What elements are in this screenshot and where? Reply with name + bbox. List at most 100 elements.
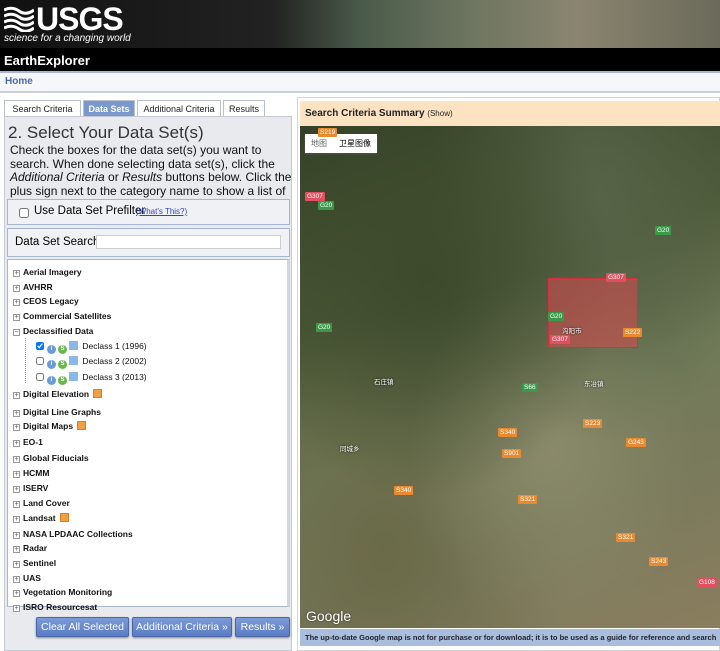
footprint-icon[interactable] <box>69 372 78 381</box>
dataset-search-input[interactable] <box>96 235 281 249</box>
sample-icon[interactable]: S <box>58 376 67 385</box>
category-label: Aerial Imagery <box>23 267 82 277</box>
summary-show-link[interactable]: (Show) <box>427 109 452 118</box>
collapse-icon[interactable]: − <box>13 329 20 336</box>
additional-criteria-button[interactable]: Additional Criteria » <box>132 617 232 637</box>
category-uas[interactable]: + UAS <box>13 572 41 584</box>
dataset-label: Declass 1 (1996) <box>82 341 147 351</box>
instructions-emphasis: Additional Criteria <box>10 170 105 184</box>
dataset-item[interactable]: iS Declass 3 (2013) <box>36 371 147 385</box>
category-aerial-imagery[interactable]: + Aerial Imagery <box>13 266 82 278</box>
logo-tagline: science for a changing world <box>4 33 131 44</box>
summary-title: Search Criteria Summary <box>305 108 425 119</box>
category-global-fiducials[interactable]: + Global Fiducials <box>13 452 89 464</box>
map-type-control: 地图 卫星图像 <box>305 134 377 153</box>
category-commercial-satellites[interactable]: + Commercial Satellites <box>13 310 111 322</box>
dataset-item[interactable]: iS Declass 2 (2002) <box>36 355 147 369</box>
notice-icon[interactable] <box>93 389 103 398</box>
category-sentinel[interactable]: + Sentinel <box>13 557 56 569</box>
usgs-waves-icon <box>4 6 34 32</box>
info-icon[interactable]: i <box>47 345 56 354</box>
expand-icon[interactable]: + <box>13 471 20 478</box>
tab-results[interactable]: Results <box>223 100 265 117</box>
category-land-cover[interactable]: + Land Cover <box>13 497 70 509</box>
dataset-tree[interactable]: + Aerial Imagery + AVHRR + CEOS Legacy + Commer… <box>7 259 290 612</box>
usgs-logo[interactable]: USGS science for a changing world <box>4 2 131 44</box>
category-declassified-data[interactable]: − Declassified Data <box>13 325 93 337</box>
category-label: Vegetation Monitoring <box>23 587 113 597</box>
category-isro-resourcesat[interactable]: + ISRO Resourcesat <box>13 601 97 613</box>
category-avhrr[interactable]: + AVHRR <box>13 281 53 293</box>
category-vegetation-monitoring[interactable]: + Vegetation Monitoring <box>13 586 112 598</box>
dataset-checkbox[interactable] <box>36 373 44 381</box>
category-digital-line-graphs[interactable]: + Digital Line Graphs <box>13 406 101 418</box>
prefilter-checkbox[interactable] <box>19 208 29 218</box>
category-label: ISERV <box>23 483 49 493</box>
road-shield: S321 <box>518 495 538 504</box>
expand-icon[interactable]: + <box>13 501 20 508</box>
category-eo-1[interactable]: + EO-1 <box>13 436 43 448</box>
info-icon[interactable]: i <box>47 376 56 385</box>
category-iserv[interactable]: + ISERV <box>13 482 48 494</box>
expand-icon[interactable]: + <box>13 440 20 447</box>
map-panel: Search Criteria Summary (Show) 地图 卫星图像 S2… <box>297 97 720 651</box>
expand-icon[interactable]: + <box>13 605 20 612</box>
results-button[interactable]: Results » <box>235 617 290 637</box>
app-title: EarthExplorer <box>0 48 720 71</box>
logo-text: USGS <box>36 1 124 37</box>
category-digital-elevation[interactable]: + Digital Elevation <box>13 388 103 400</box>
expand-icon[interactable]: + <box>13 270 20 277</box>
sample-icon[interactable]: S <box>58 345 67 354</box>
category-radar[interactable]: + Radar <box>13 542 47 554</box>
expand-icon[interactable]: + <box>13 486 20 493</box>
tab-additional-criteria[interactable]: Additional Criteria <box>137 100 221 117</box>
expand-icon[interactable]: + <box>13 532 20 539</box>
nav-bar: Home <box>0 71 720 93</box>
tab-search-criteria[interactable]: Search Criteria <box>4 100 81 117</box>
category-hcmm[interactable]: + HCMM <box>13 467 49 479</box>
category-landsat[interactable]: + Landsat <box>13 512 69 524</box>
dataset-item[interactable]: iS Declass 1 (1996) <box>36 340 147 354</box>
category-ceos-legacy[interactable]: + CEOS Legacy <box>13 295 79 307</box>
map-type-satellite[interactable]: 卫星图像 <box>333 134 377 153</box>
expand-icon[interactable]: + <box>13 546 20 553</box>
category-digital-maps[interactable]: + Digital Maps <box>13 420 87 432</box>
expand-icon[interactable]: + <box>13 410 20 417</box>
expand-icon[interactable]: + <box>13 576 20 583</box>
category-label: Digital Maps <box>23 421 74 431</box>
whats-this-link[interactable]: (What's This?) <box>136 207 187 216</box>
expand-icon[interactable]: + <box>13 590 20 597</box>
sample-icon[interactable]: S <box>58 360 67 369</box>
expand-icon[interactable]: + <box>13 516 20 523</box>
dataset-checkbox[interactable] <box>36 342 44 350</box>
category-label: NASA LPDAAC Collections <box>23 529 133 539</box>
road-shield: S66 <box>522 383 538 392</box>
expand-icon[interactable]: + <box>13 456 20 463</box>
notice-icon[interactable] <box>77 421 87 430</box>
data-sets-panel: 2. Select Your Data Set(s) Check the box… <box>4 116 292 651</box>
category-label: Land Cover <box>23 498 70 508</box>
road-shield: S222 <box>623 328 643 337</box>
tab-data-sets[interactable]: Data Sets <box>83 100 135 117</box>
category-nasa-lpdaac-collections[interactable]: + NASA LPDAAC Collections <box>13 528 133 540</box>
footprint-icon[interactable] <box>69 356 78 365</box>
notice-icon[interactable] <box>59 513 69 522</box>
google-logo: Google <box>306 608 352 624</box>
clear-all-selected-button[interactable]: Clear All Selected <box>36 617 129 637</box>
home-link[interactable]: Home <box>5 76 33 87</box>
footprint-icon[interactable] <box>69 341 78 350</box>
expand-icon[interactable]: + <box>13 392 20 399</box>
expand-icon[interactable]: + <box>13 285 20 292</box>
expand-icon[interactable]: + <box>13 299 20 306</box>
panel-title: 2. Select Your Data Set(s) <box>8 123 204 142</box>
expand-icon[interactable]: + <box>13 561 20 568</box>
dataset-checkbox[interactable] <box>36 357 44 365</box>
expand-icon[interactable]: + <box>13 314 20 321</box>
road-shield: S219 <box>318 128 338 137</box>
info-icon[interactable]: i <box>47 360 56 369</box>
map-place-label: 沟阳市 <box>562 328 582 335</box>
expand-icon[interactable]: + <box>13 424 20 431</box>
road-shield: S243 <box>649 557 669 566</box>
category-label: Global Fiducials <box>23 453 89 463</box>
map-view[interactable]: 地图 卫星图像 S219 G307 G20 G20 G307 G20 G20 G307 S222 S… <box>300 126 720 628</box>
